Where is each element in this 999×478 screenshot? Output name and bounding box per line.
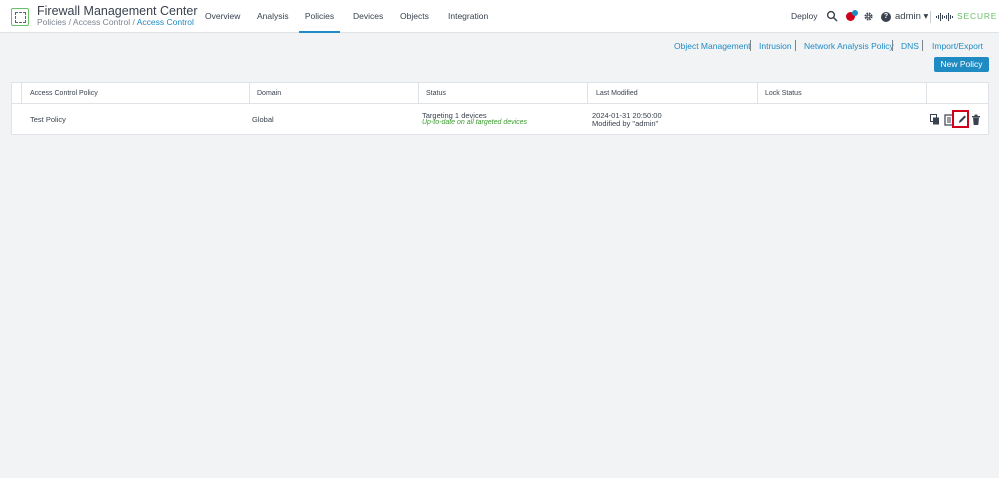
cisco-logo-icon: [936, 13, 953, 21]
link-separator: [795, 40, 796, 51]
column-header-policy[interactable]: Access Control Policy: [30, 83, 98, 104]
gear-icon[interactable]: [863, 11, 874, 22]
link-object-management[interactable]: Object Management: [674, 41, 751, 51]
link-separator: [892, 40, 893, 51]
policy-modified-by: Modified by "admin": [592, 119, 659, 128]
help-icon[interactable]: ?: [881, 12, 891, 22]
link-dns[interactable]: DNS: [901, 41, 919, 51]
column-divider: [926, 83, 927, 104]
edit-highlight-box: [952, 110, 969, 128]
breadcrumb-separator: /: [130, 17, 137, 27]
table-header: Access Control Policy Domain Status Last…: [12, 83, 988, 104]
search-icon[interactable]: [826, 10, 838, 22]
column-divider: [757, 83, 758, 104]
link-import-export[interactable]: Import/Export: [932, 41, 983, 51]
deploy-button[interactable]: Deploy: [791, 0, 817, 33]
brand-secure-label: SECURE: [957, 11, 998, 21]
breadcrumb: Policies / Access Control / Access Contr…: [37, 17, 194, 27]
policy-table: Access Control Policy Domain Status Last…: [11, 82, 989, 135]
nav-objects[interactable]: Objects: [400, 0, 429, 33]
divider: [930, 11, 931, 23]
copy-icon[interactable]: [930, 114, 940, 126]
policy-name[interactable]: Test Policy: [30, 115, 66, 124]
table-row[interactable]: Test Policy Global Targeting 1 devices U…: [12, 104, 988, 135]
notification-badge: [852, 10, 858, 16]
top-bar: Firewall Management Center Policies / Ac…: [0, 0, 999, 33]
app-title: Firewall Management Center: [37, 4, 198, 18]
policy-domain: Global: [252, 115, 274, 124]
breadcrumb-current: Access Control: [136, 17, 194, 27]
policy-status-detail: Up-to-date on all targeted devices: [422, 119, 528, 126]
column-divider: [249, 83, 250, 104]
nav-policies[interactable]: Policies: [299, 0, 340, 33]
column-divider: [587, 83, 588, 104]
column-divider: [21, 83, 22, 104]
delete-icon[interactable]: [971, 114, 981, 126]
column-header-domain[interactable]: Domain: [257, 83, 281, 104]
breadcrumb-access-control[interactable]: Access Control: [73, 17, 130, 27]
nav-devices[interactable]: Devices: [353, 0, 383, 33]
new-policy-button[interactable]: New Policy: [934, 57, 989, 72]
user-menu[interactable]: admin ▾: [895, 0, 928, 33]
link-separator: [750, 40, 751, 51]
fmc-logo-icon[interactable]: [11, 8, 29, 26]
column-header-last-modified[interactable]: Last Modified: [596, 83, 638, 104]
column-divider: [418, 83, 419, 104]
nav-integration[interactable]: Integration: [448, 0, 488, 33]
column-header-lock-status[interactable]: Lock Status: [765, 83, 802, 104]
nav-analysis[interactable]: Analysis: [257, 0, 289, 33]
breadcrumb-separator: /: [66, 17, 73, 27]
nav-overview[interactable]: Overview: [205, 0, 240, 33]
column-header-status[interactable]: Status: [426, 83, 446, 104]
link-separator: [922, 40, 923, 51]
link-intrusion[interactable]: Intrusion: [759, 41, 792, 51]
breadcrumb-policies[interactable]: Policies: [37, 17, 66, 27]
link-network-analysis-policy[interactable]: Network Analysis Policy: [804, 41, 894, 51]
